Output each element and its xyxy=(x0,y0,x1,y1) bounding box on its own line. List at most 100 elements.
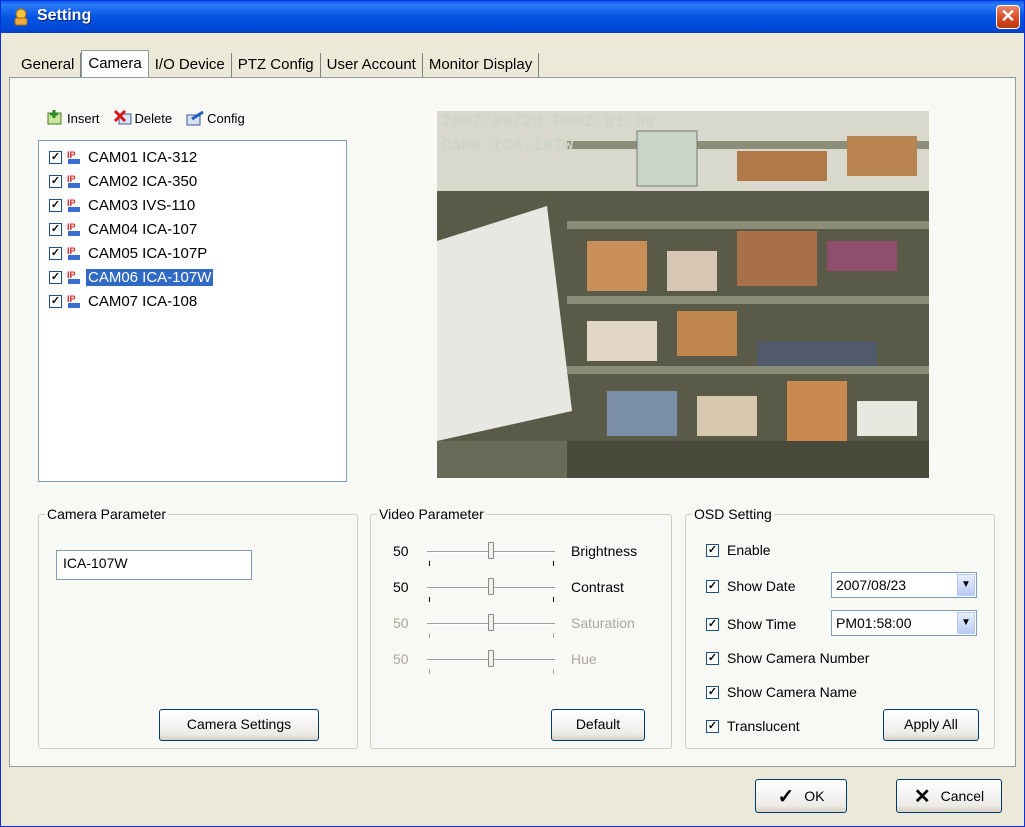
time-format-select[interactable]: PM01:58:00 ▼ xyxy=(831,610,977,636)
camera-checkbox[interactable]: ✓ xyxy=(49,294,62,308)
cancel-label: Cancel xyxy=(940,788,985,804)
cancel-button[interactable]: ✕ Cancel xyxy=(896,779,1002,813)
camera-item[interactable]: ✓ IP CAM02 ICA-350 xyxy=(49,171,199,191)
chevron-down-icon[interactable]: ▼ xyxy=(957,574,975,596)
title-bar[interactable]: Setting ✕ xyxy=(1,1,1024,33)
video-parameter-group: Video Parameter 50 Brightness 50 Contras… xyxy=(370,506,672,749)
default-button[interactable]: Default xyxy=(551,709,645,741)
camera-label: CAM03 IVS-110 xyxy=(88,196,196,214)
camera-item[interactable]: ✓ IP CAM04 ICA-107 xyxy=(49,219,199,239)
camera-checkbox[interactable]: ✓ xyxy=(49,222,62,236)
app-icon xyxy=(14,8,28,26)
date-format-value: 2007/08/23 xyxy=(836,577,907,593)
saturation-value: 50 xyxy=(393,615,409,631)
svg-text:IP: IP xyxy=(67,246,76,256)
tab-user-account[interactable]: User Account xyxy=(321,53,423,77)
ip-camera-icon: IP xyxy=(67,246,80,260)
slider-tick xyxy=(553,597,554,602)
ok-button[interactable]: ✓ OK xyxy=(755,779,847,813)
close-icon: ✕ xyxy=(1000,6,1016,26)
config-icon xyxy=(186,110,204,126)
slider-tick xyxy=(429,561,430,566)
window-title: Setting xyxy=(37,7,92,24)
delete-label: Delete xyxy=(134,110,173,126)
enable-check[interactable]: ✓ xyxy=(706,543,719,557)
camera-settings-button[interactable]: Camera Settings xyxy=(159,709,319,741)
show-camera-name-checkbox[interactable]: ✓ Show Camera Name xyxy=(706,682,857,702)
preview-scene-image xyxy=(437,111,929,478)
camera-item-selected[interactable]: ✓ IP CAM06 ICA-107W xyxy=(49,267,214,287)
tab-camera[interactable]: Camera xyxy=(81,50,149,78)
camera-tab-panel: Insert Delete Config ✓ IP CAM01 ICA-312 … xyxy=(9,77,1016,767)
cross-icon: ✕ xyxy=(913,785,931,808)
svg-text:IP: IP xyxy=(67,198,76,208)
camera-checkbox[interactable]: ✓ xyxy=(49,198,62,212)
translucent-checkbox[interactable]: ✓ Translucent xyxy=(706,716,800,736)
camera-label: CAM05 ICA-107P xyxy=(88,244,208,262)
camera-tree-list[interactable]: ✓ IP CAM01 ICA-312 ✓ IP CAM02 ICA-350 ✓ … xyxy=(38,140,347,482)
show-camera-name-check[interactable]: ✓ xyxy=(706,685,719,699)
show-time-check[interactable]: ✓ xyxy=(706,617,719,631)
camera-checkbox[interactable]: ✓ xyxy=(49,270,62,284)
camera-checkbox[interactable]: ✓ xyxy=(49,174,62,188)
camera-checkbox[interactable]: ✓ xyxy=(49,150,62,164)
camera-name-input[interactable]: ICA-107W xyxy=(56,550,252,580)
enable-checkbox[interactable]: ✓ Enable xyxy=(706,540,771,560)
camera-toolbar: Insert Delete Config xyxy=(46,110,245,126)
show-date-check[interactable]: ✓ xyxy=(706,579,719,593)
insert-button[interactable]: Insert xyxy=(46,110,100,126)
hue-row: 50 Hue xyxy=(371,648,671,674)
ip-camera-icon: IP xyxy=(67,294,80,308)
camera-item[interactable]: ✓ IP CAM05 ICA-107P xyxy=(49,243,209,263)
camera-parameter-group: Camera Parameter ICA-107W Camera Setting… xyxy=(38,506,358,749)
camera-item[interactable]: ✓ IP CAM07 ICA-108 xyxy=(49,291,199,311)
svg-text:IP: IP xyxy=(67,222,76,232)
osd-setting-group: OSD Setting ✓ Enable ✓ Show Date 2007/08… xyxy=(685,506,995,749)
enable-label: Enable xyxy=(727,542,771,558)
delete-button[interactable]: Delete xyxy=(113,110,173,126)
translucent-check[interactable]: ✓ xyxy=(706,719,719,733)
svg-text:IP: IP xyxy=(67,294,76,304)
tab-io-device[interactable]: I/O Device xyxy=(149,53,232,77)
config-button[interactable]: Config xyxy=(186,110,245,126)
saturation-slider-thumb xyxy=(488,614,494,631)
setting-window: Setting ✕ General Camera I/O Device PTZ … xyxy=(0,0,1025,827)
contrast-row: 50 Contrast xyxy=(371,576,671,602)
show-camera-number-check[interactable]: ✓ xyxy=(706,651,719,665)
tab-general[interactable]: General xyxy=(15,53,82,77)
show-camera-number-checkbox[interactable]: ✓ Show Camera Number xyxy=(706,648,869,668)
slider-tick xyxy=(429,669,430,674)
camera-label: CAM02 ICA-350 xyxy=(88,172,198,190)
ip-camera-icon: IP xyxy=(67,222,80,236)
slider-tick xyxy=(553,633,554,638)
camera-checkbox[interactable]: ✓ xyxy=(49,246,62,260)
camera-label: CAM06 ICA-107W xyxy=(86,268,214,286)
ip-camera-icon: IP xyxy=(67,198,80,212)
osd-setting-legend: OSD Setting xyxy=(694,506,772,522)
camera-label: CAM01 ICA-312 xyxy=(88,148,198,166)
video-parameter-legend: Video Parameter xyxy=(379,506,484,522)
apply-all-button[interactable]: Apply All xyxy=(883,709,979,741)
saturation-row: 50 Saturation xyxy=(371,612,671,638)
insert-icon xyxy=(47,110,62,125)
slider-tick xyxy=(429,597,430,602)
svg-text:IP: IP xyxy=(67,270,76,280)
show-time-checkbox[interactable]: ✓ Show Time xyxy=(706,614,796,634)
tab-ptz-config[interactable]: PTZ Config xyxy=(232,53,321,77)
slider-tick xyxy=(553,669,554,674)
slider-tick xyxy=(553,561,554,566)
svg-text:IP: IP xyxy=(67,150,76,160)
show-date-label: Show Date xyxy=(727,578,796,594)
brightness-slider-thumb[interactable] xyxy=(488,542,494,559)
show-date-checkbox[interactable]: ✓ Show Date xyxy=(706,576,795,596)
brightness-label: Brightness xyxy=(571,543,638,559)
close-button[interactable]: ✕ xyxy=(996,5,1020,29)
contrast-slider-thumb[interactable] xyxy=(488,578,494,595)
translucent-label: Translucent xyxy=(727,718,800,734)
camera-item[interactable]: ✓ IP CAM01 ICA-312 xyxy=(49,147,199,167)
camera-item[interactable]: ✓ IP CAM03 IVS-110 xyxy=(49,195,197,215)
tab-monitor-display[interactable]: Monitor Display xyxy=(423,53,540,77)
date-format-select[interactable]: 2007/08/23 ▼ xyxy=(831,572,977,598)
chevron-down-icon[interactable]: ▼ xyxy=(957,612,975,634)
checkmark-icon: ✓ xyxy=(777,785,795,808)
